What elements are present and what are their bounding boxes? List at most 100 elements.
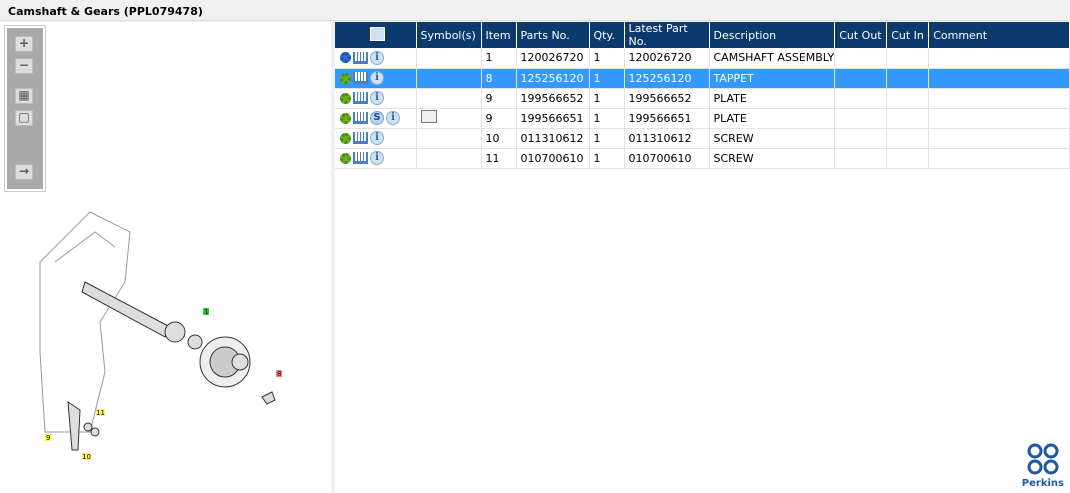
description-cell: SCREW — [709, 128, 836, 149]
header-cut-in[interactable]: Cut In — [886, 22, 930, 48]
header-symbols[interactable]: Symbol(s) — [416, 22, 482, 48]
header-item[interactable]: Item — [481, 22, 517, 48]
info-icon[interactable]: i — [370, 151, 384, 165]
cart-icon[interactable] — [353, 51, 368, 64]
qty-cell: 1 — [589, 128, 625, 149]
cut-in-cell — [886, 68, 930, 89]
table-row[interactable]: i 1 120026720 1 120026720 CAMSHAFT ASSEM… — [335, 48, 1070, 69]
gear-icon[interactable] — [340, 112, 351, 124]
row-actions: i — [335, 48, 417, 69]
latest-part-no-cell: 125256120 — [624, 68, 710, 89]
latest-part-no-cell: 010700610 — [624, 148, 710, 169]
cut-out-cell — [834, 148, 888, 169]
item-cell: 10 — [481, 128, 517, 149]
callout-8[interactable]: 8 — [277, 370, 281, 378]
description-cell: PLATE — [709, 108, 836, 129]
cart-icon[interactable] — [353, 152, 368, 164]
comment-cell — [928, 108, 1070, 129]
header-cut-out[interactable]: Cut Out — [834, 22, 888, 48]
info-icon[interactable]: i — [370, 91, 384, 105]
service-icon[interactable]: S — [370, 111, 384, 125]
qty-cell: 1 — [589, 48, 625, 69]
cart-icon[interactable] — [353, 72, 368, 84]
fit-view-button[interactable]: ▦ — [15, 88, 33, 104]
item-cell: 11 — [481, 148, 517, 169]
row-actions: i — [335, 128, 417, 149]
cut-in-cell — [886, 128, 930, 149]
comment-cell — [928, 148, 1070, 169]
cut-in-cell — [886, 88, 930, 109]
actual-size-button[interactable]: □ — [15, 110, 33, 126]
symbols-cell — [416, 68, 482, 89]
description-cell: CAMSHAFT ASSEMBLY — [709, 48, 836, 69]
gear-icon[interactable] — [340, 72, 351, 84]
header-qty[interactable]: Qty. — [589, 22, 625, 48]
item-cell: 1 — [481, 48, 517, 69]
cart-icon[interactable] — [353, 112, 368, 124]
qty-cell: 1 — [589, 68, 625, 89]
parts-table-panel: Symbol(s) Item Parts No. Qty. Latest Par… — [335, 22, 1070, 493]
latest-part-no-cell: 011310612 — [624, 128, 710, 149]
gear-icon[interactable] — [340, 92, 351, 104]
parts-no-cell: 011310612 — [516, 128, 590, 149]
perkins-logo-mark — [1027, 443, 1059, 475]
diagram-panel: + − ▦ □ → 1 8 9 10 11 — [0, 22, 331, 493]
cut-out-cell — [834, 88, 888, 109]
parts-no-cell: 199566652 — [516, 88, 590, 109]
latest-part-no-cell: 199566652 — [624, 88, 710, 109]
callout-9[interactable]: 9 — [46, 434, 50, 442]
table-row[interactable]: i 10 011310612 1 011310612 SCREW — [335, 128, 1070, 149]
logo-text: Perkins — [1021, 478, 1064, 489]
qty-cell: 1 — [589, 108, 625, 129]
cut-in-cell — [886, 148, 930, 169]
header-description[interactable]: Description — [709, 22, 836, 48]
cut-out-cell — [834, 68, 888, 89]
cut-out-cell — [834, 108, 888, 129]
parts-no-cell: 010700610 — [516, 148, 590, 169]
info-icon[interactable]: i — [370, 50, 384, 65]
search-column-header[interactable] — [335, 22, 417, 48]
parts-no-cell: 120026720 — [516, 48, 590, 69]
info-icon[interactable]: i — [370, 131, 384, 145]
symbols-cell — [416, 128, 482, 149]
zoom-in-button[interactable]: + — [15, 36, 33, 52]
row-actions: i — [335, 68, 417, 89]
latest-part-no-cell: 120026720 — [624, 48, 710, 69]
callout-1[interactable]: 1 — [204, 308, 208, 316]
table-row[interactable]: i 8 125256120 1 125256120 TAPPET — [335, 68, 1070, 89]
gear-icon[interactable] — [340, 152, 351, 164]
header-latest-part-no[interactable]: Latest Part No. — [624, 22, 710, 48]
qty-cell: 1 — [589, 148, 625, 169]
description-cell: PLATE — [709, 88, 836, 109]
cut-in-cell — [886, 48, 930, 69]
cart-icon[interactable] — [353, 132, 368, 144]
header-comment[interactable]: Comment — [928, 22, 1070, 48]
qty-cell: 1 — [589, 88, 625, 109]
info-icon[interactable]: i — [386, 111, 400, 125]
magnifier-icon[interactable] — [369, 26, 385, 41]
symbols-cell — [416, 148, 482, 169]
symbols-cell — [416, 48, 482, 69]
callout-10[interactable]: 10 — [82, 453, 91, 461]
perkins-logo: Perkins — [1022, 443, 1064, 489]
symbols-cell — [416, 108, 482, 129]
header-parts-no[interactable]: Parts No. — [516, 22, 590, 48]
callout-11[interactable]: 11 — [96, 409, 105, 417]
row-actions: i — [335, 148, 417, 169]
table-row[interactable]: i 11 010700610 1 010700610 SCREW — [335, 148, 1070, 169]
export-button[interactable]: → — [15, 164, 33, 180]
parts-no-cell: 125256120 — [516, 68, 590, 89]
parts-no-cell: 199566651 — [516, 108, 590, 129]
book-icon[interactable] — [420, 110, 437, 123]
table-row[interactable]: Si 9 199566651 1 199566651 PLATE — [335, 108, 1070, 129]
window-title: Camshaft & Gears (PPL079478) — [0, 0, 1070, 21]
cut-out-cell — [834, 128, 888, 149]
info-icon[interactable]: i — [370, 71, 384, 85]
gear-icon[interactable] — [340, 132, 351, 144]
zoom-out-button[interactable]: − — [15, 58, 33, 74]
comment-cell — [928, 48, 1070, 69]
description-cell: TAPPET — [709, 68, 836, 89]
cart-icon[interactable] — [353, 92, 368, 104]
gear-icon[interactable] — [340, 52, 351, 64]
table-row[interactable]: i 9 199566652 1 199566652 PLATE — [335, 88, 1070, 109]
